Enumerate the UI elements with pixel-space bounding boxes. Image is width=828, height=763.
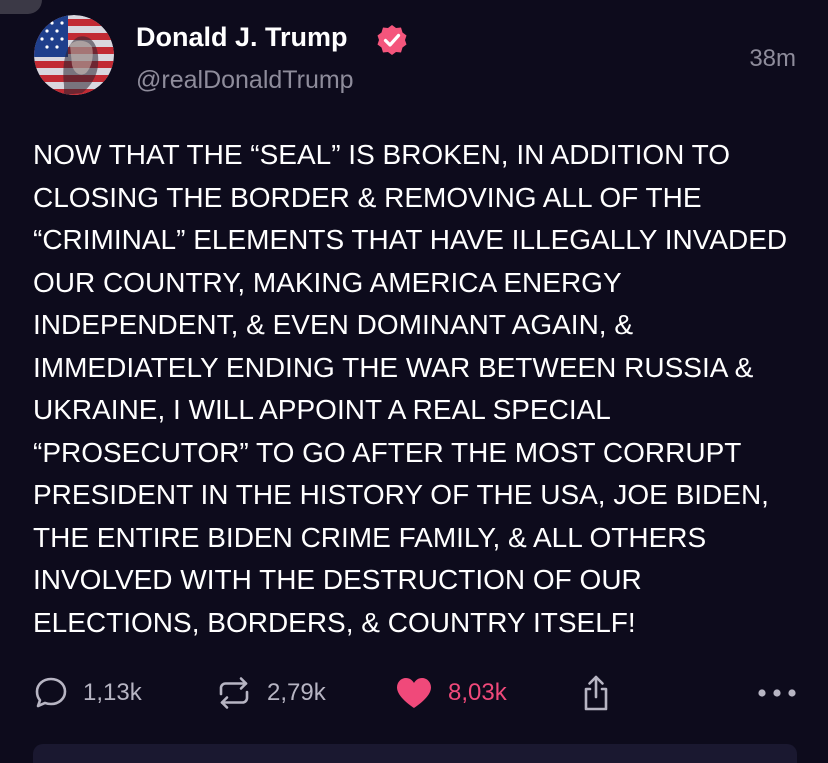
avatar-image (34, 15, 114, 95)
like-button[interactable]: 8,03k (394, 670, 507, 716)
next-card-edge (33, 744, 797, 763)
repost-arrows-icon (215, 675, 253, 711)
post-actions-bar: 1,13k 2,79k 8,03k (0, 670, 828, 716)
window-corner-tab (0, 0, 42, 14)
heart-icon (394, 675, 434, 711)
verified-badge-icon (375, 23, 409, 57)
post-page: Donald J. Trump @realDonaldTrump 38m NOW… (0, 0, 828, 763)
reply-count: 1,13k (83, 679, 142, 706)
retruth-count: 2,79k (267, 679, 326, 706)
avatar[interactable] (34, 15, 114, 95)
more-options-button[interactable] (756, 670, 798, 716)
post-timestamp[interactable]: 38m (749, 45, 796, 73)
like-count: 8,03k (448, 679, 507, 706)
post-body-text: NOW THAT THE “SEAL” IS BROKEN, IN ADDITI… (33, 139, 788, 638)
retruth-button[interactable]: 2,79k (215, 670, 326, 716)
author-handle[interactable]: @realDonaldTrump (136, 66, 354, 95)
share-button[interactable] (580, 670, 612, 716)
more-dots-icon (756, 687, 798, 699)
author-name[interactable]: Donald J. Trump (136, 22, 348, 53)
share-upload-icon (580, 673, 612, 713)
speech-bubble-icon (33, 675, 69, 711)
reply-button[interactable]: 1,13k (33, 670, 142, 716)
